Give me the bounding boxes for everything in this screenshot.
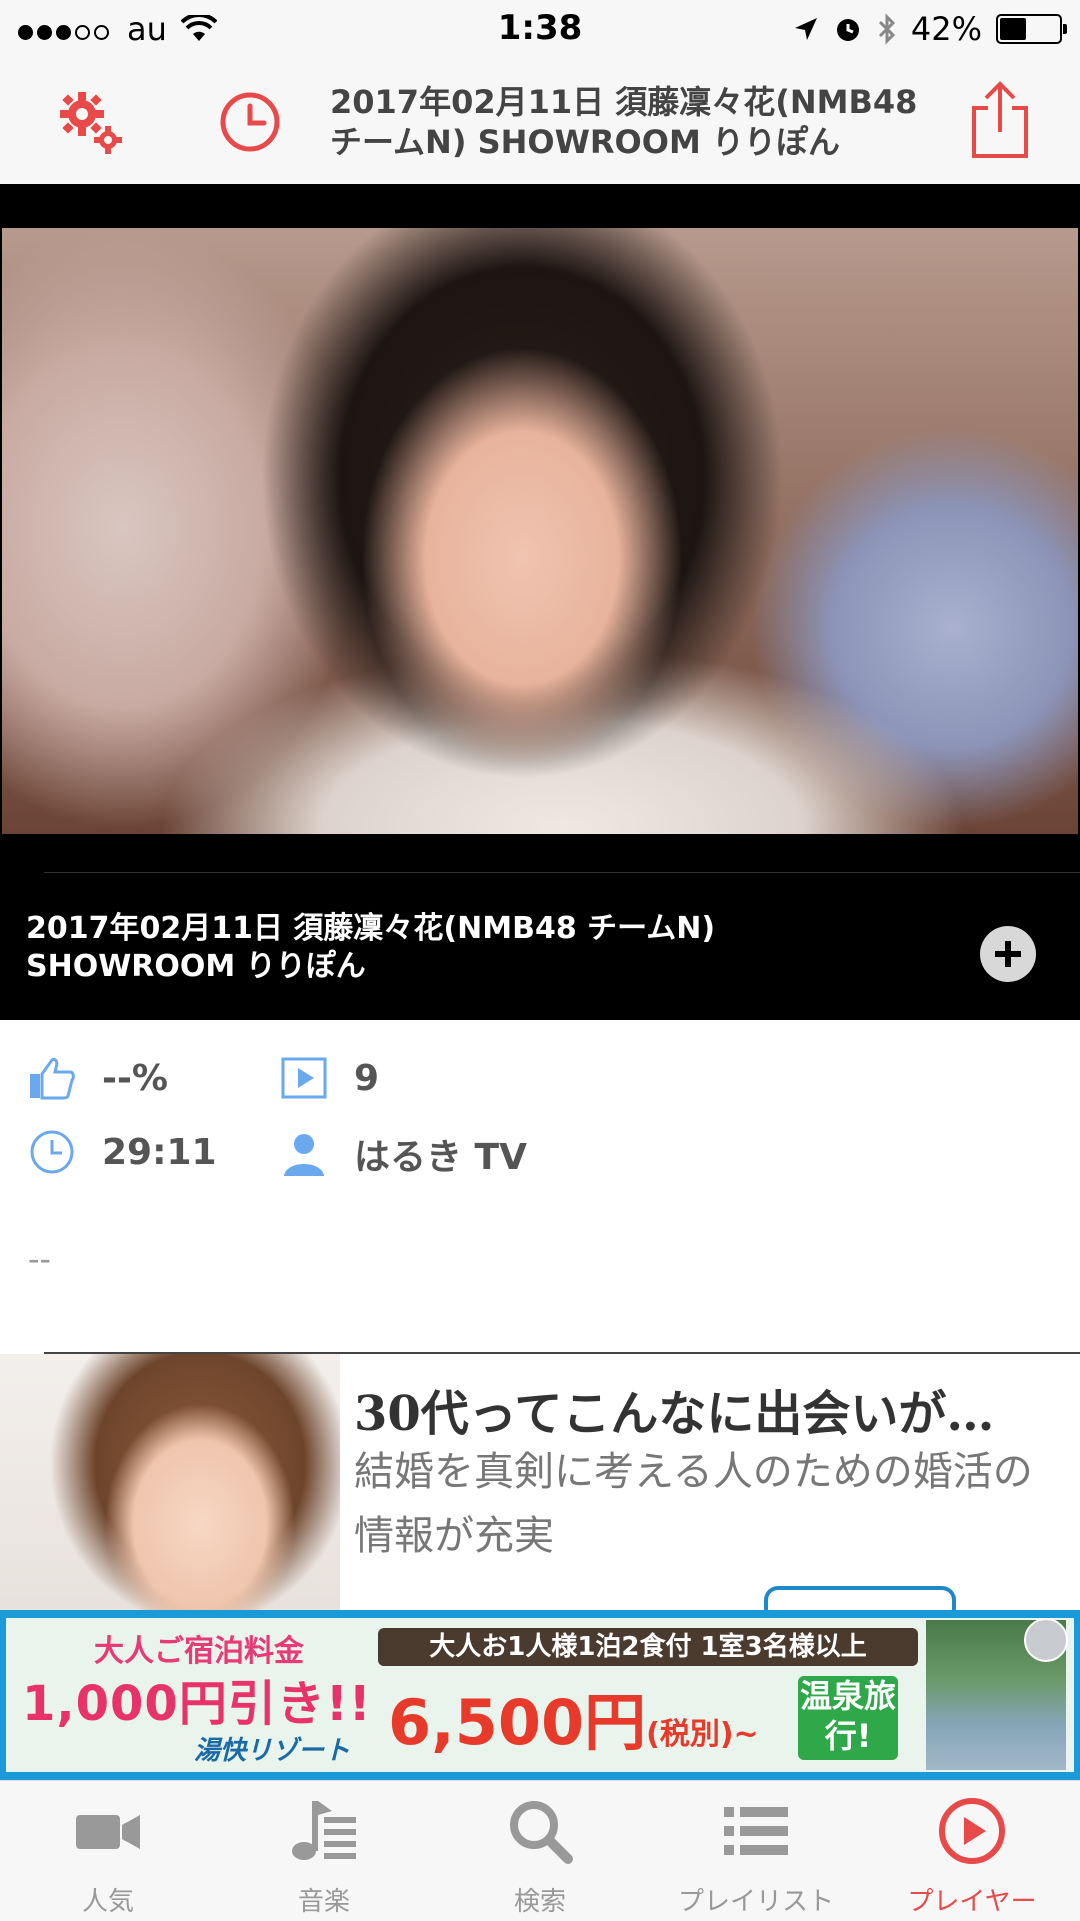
video-caption: 2017年02月11日 須藤凜々花(NMB48 チームN) SHOWROOM り… (26, 911, 716, 984)
add-to-playlist-button[interactable] (980, 926, 1036, 982)
rating-stat: --% (28, 1054, 168, 1102)
thumbs-up-icon (30, 1058, 75, 1100)
battery-percent: 42% (910, 10, 982, 48)
ad-body: 結婚を真剣に考える人のための婚活の情報が充実 (354, 1449, 1033, 1559)
video-camera-icon (76, 1815, 140, 1849)
list-icon (724, 1807, 788, 1855)
native-ad[interactable]: 30代ってこんなに出会いが… 結婚を真剣に考える人のための婚活の情報が充実 (0, 1354, 1080, 1610)
share-icon[interactable] (968, 80, 1032, 160)
play-count-icon (281, 1057, 327, 1099)
duration-clock-icon (30, 1130, 74, 1174)
music-note-icon (292, 1801, 356, 1860)
banner-brand: 湯快リゾート (194, 1736, 351, 1766)
banner-middle: 大人お1人様1泊2食付 1室3名様以上 6,500円(税別)~ 温泉旅行! (378, 1620, 918, 1770)
video-frame[interactable] (2, 228, 1078, 834)
play-circle-icon (939, 1798, 1005, 1864)
ad-photo[interactable] (0, 1354, 340, 1610)
video-player: 2017年02月11日 須藤凜々花(NMB48 チームN) SHOWROOM り… (0, 184, 1080, 1020)
tab-label: 音楽 (297, 1887, 350, 1917)
nav-title: 2017年02月11日 須藤凜々花(NMB48 チームN) SHOWROOM り… (330, 83, 918, 161)
channel-stat[interactable]: はるき TV (280, 1128, 527, 1180)
tab-label: プレイヤー (907, 1887, 1037, 1917)
banner-onsen-label: 温泉旅行! (798, 1676, 898, 1760)
search-icon (510, 1801, 573, 1864)
duration-value: 29:11 (102, 1131, 217, 1173)
tab-music[interactable]: 音楽 (216, 1795, 432, 1921)
video-description: -- (28, 1240, 52, 1278)
tab-search[interactable]: 検索 (432, 1795, 648, 1921)
ad-details-button[interactable] (764, 1586, 956, 1610)
tab-label: 人気 (81, 1887, 134, 1917)
ad-headline[interactable]: 30代ってこんなに出会いが… (354, 1374, 1066, 1444)
ad-choices-icon[interactable] (1024, 1618, 1068, 1662)
rating-value: --% (102, 1057, 168, 1099)
video-stats: --% 9 29:11 はるき TV (0, 1020, 1080, 1350)
banner-ad[interactable]: 大人ご宿泊料金 1,000円引き!! 湯快リゾート 大人お1人様1泊2食付 1室… (0, 1610, 1080, 1780)
alarm-icon (836, 19, 859, 41)
duration-stat: 29:11 (28, 1128, 217, 1176)
banner-left: 大人ご宿泊料金 1,000円引き!! 湯快リゾート (14, 1620, 374, 1770)
plays-value: 9 (354, 1057, 380, 1099)
user-icon (284, 1134, 324, 1176)
tab-popular[interactable]: 人気 (0, 1795, 216, 1921)
banner-discount-amount: 1,000円引き!! (22, 1676, 372, 1732)
nav-bar: 2017年02月11日 須藤凜々花(NMB48 チームN) SHOWROOM り… (0, 60, 1080, 184)
tab-label: 検索 (513, 1887, 566, 1917)
tab-playlist[interactable]: プレイリスト (648, 1795, 864, 1921)
tab-label: プレイリスト (677, 1887, 834, 1917)
banner-price: 6,500円(税別)~ (388, 1672, 759, 1762)
location-arrow-icon (794, 18, 817, 40)
banner-price-note: (税別)~ (646, 1717, 759, 1752)
channel-name[interactable]: はるき TV (354, 1128, 527, 1180)
banner-inner: 大人ご宿泊料金 1,000円引き!! 湯快リゾート 大人お1人様1泊2食付 1室… (6, 1618, 1074, 1772)
bluetooth-icon (878, 13, 895, 45)
tab-player[interactable]: プレイヤー (864, 1795, 1080, 1921)
settings-gear-icon[interactable] (56, 88, 126, 158)
banner-price-value: 6,500円 (388, 1686, 647, 1759)
status-right: 42% (793, 10, 1067, 48)
banner-plan-label: 大人お1人様1泊2食付 1室3名様以上 (378, 1628, 918, 1666)
plays-stat: 9 (280, 1054, 379, 1102)
player-divider (44, 872, 1080, 873)
battery-icon (996, 14, 1067, 44)
tab-bar: 人気 音楽 検索 プレイリスト プレイヤー (0, 1780, 1080, 1921)
status-bar: au 1:38 42% (0, 0, 1080, 60)
history-clock-icon[interactable] (218, 90, 282, 154)
